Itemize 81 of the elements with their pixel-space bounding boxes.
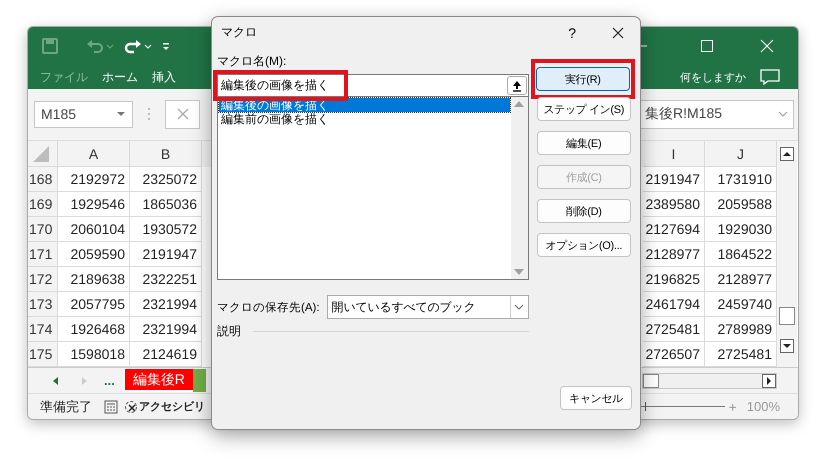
dialog-button[interactable]: 実行(R) (536, 67, 630, 91)
field-label: マクロ名(M): (217, 54, 288, 70)
tell-me-field[interactable]: 何をしますか (680, 70, 746, 85)
dialog-button[interactable]: 編集(E) (536, 131, 631, 155)
row-header[interactable]: 171 (28, 242, 58, 268)
table-cell[interactable]: 2127694 (643, 217, 705, 242)
row-header[interactable]: 170 (28, 217, 58, 242)
table-cell[interactable]: 1929546 (58, 192, 130, 218)
ribbon-tab[interactable]: 挿入 (152, 68, 176, 86)
horizontal-scrollbar[interactable] (642, 372, 777, 389)
table-cell[interactable]: 2321994 (130, 317, 202, 342)
table-cell[interactable]: 1926468 (58, 317, 130, 342)
close-icon (176, 108, 188, 120)
scroll-right-icon[interactable] (762, 374, 776, 388)
scroll-down-icon[interactable] (780, 339, 794, 354)
grip-icon (147, 107, 151, 122)
row-header[interactable]: 175 (28, 342, 58, 368)
dialog-button[interactable]: オプション(O)... (536, 233, 631, 257)
column-header[interactable]: B (130, 141, 202, 168)
table-cell[interactable]: 1930572 (130, 217, 202, 242)
table-cell[interactable]: 2057795 (58, 292, 130, 318)
previous-sheet-icon[interactable] (52, 376, 60, 386)
row-header[interactable]: 168 (28, 167, 58, 192)
table-cell[interactable]: 2128977 (643, 242, 705, 268)
name-box[interactable]: M185 (34, 100, 133, 128)
table-cell[interactable]: 2189638 (58, 267, 130, 292)
column-header[interactable]: A (58, 141, 130, 168)
column-header[interactable]: J (705, 141, 777, 168)
macro-name-value: 編集後の画像を描く (221, 77, 329, 94)
close-icon[interactable] (612, 26, 624, 38)
scroll-up-icon[interactable] (780, 147, 794, 162)
ribbon-tab[interactable]: ホーム (102, 68, 138, 86)
dialog-title: マクロ (221, 24, 257, 41)
sheet-tab[interactable] (192, 369, 206, 392)
cancel-button[interactable]: キャンセル (560, 386, 632, 410)
field-label: マクロの保存先(A): (217, 300, 320, 314)
row-header[interactable]: 173 (28, 292, 58, 318)
location-value: 開いているすべてのブック (332, 298, 476, 316)
maximize-icon[interactable] (700, 39, 714, 54)
row-header[interactable]: 172 (28, 267, 58, 292)
scroll-thumb[interactable] (643, 374, 659, 388)
row-header[interactable]: 169 (28, 192, 58, 218)
table-cell[interactable]: 2461794 (643, 292, 705, 318)
calculator-icon[interactable] (104, 400, 118, 414)
sheet-tab[interactable]: 編集後R (124, 369, 193, 392)
table-cell[interactable]: 1865036 (130, 192, 202, 218)
table-cell[interactable]: 2191947 (643, 167, 705, 192)
table-cell[interactable]: 2191947 (130, 242, 202, 268)
section-label: 説明 (217, 323, 241, 340)
row-header[interactable]: 174 (28, 317, 58, 342)
up-arrow-icon (512, 80, 522, 92)
table-cell[interactable]: 2059590 (58, 242, 130, 268)
status-text: 準備完了 (40, 398, 92, 416)
dropdown-icon (514, 304, 524, 310)
name-box-value: M185 (41, 106, 76, 122)
upload-button[interactable] (506, 76, 527, 95)
dialog-button[interactable]: ステップ イン(S) (536, 97, 631, 121)
location-dropdown[interactable]: 開いているすべてのブック (326, 295, 529, 319)
accessibility-icon[interactable] (124, 400, 138, 414)
table-cell[interactable]: 2325072 (130, 167, 202, 192)
vertical-scrollbar[interactable] (777, 141, 797, 368)
dropdown-icon[interactable] (116, 111, 126, 118)
macro-name-field[interactable]: 編集後の画像を描く (217, 74, 529, 97)
table-cell[interactable]: 2725481 (643, 317, 705, 342)
customize-icon[interactable] (160, 40, 172, 52)
table-cell[interactable]: 2192972 (58, 167, 130, 192)
help-button[interactable]: ? (568, 24, 576, 40)
table-cell[interactable]: 2321994 (130, 292, 202, 318)
table-cell[interactable]: 2196825 (643, 267, 705, 292)
table-cell[interactable]: 2322251 (130, 267, 202, 292)
scroll-thumb[interactable] (779, 307, 795, 326)
more-sheets-button[interactable]: ... (104, 373, 115, 388)
macro-list-item[interactable]: 編集前の画像を描く (219, 112, 510, 126)
accessibility-status[interactable]: アクセシビリ (139, 399, 205, 414)
redo-icon[interactable] (122, 38, 152, 54)
comment-icon[interactable] (760, 69, 780, 86)
formula-text: 集後R!M185 (645, 105, 722, 124)
column-header[interactable]: I (643, 141, 705, 168)
table-cell[interactable]: 2060104 (58, 217, 130, 242)
dialog-button[interactable]: 削除(D) (536, 199, 631, 223)
table-cell[interactable]: 2389580 (643, 192, 705, 218)
